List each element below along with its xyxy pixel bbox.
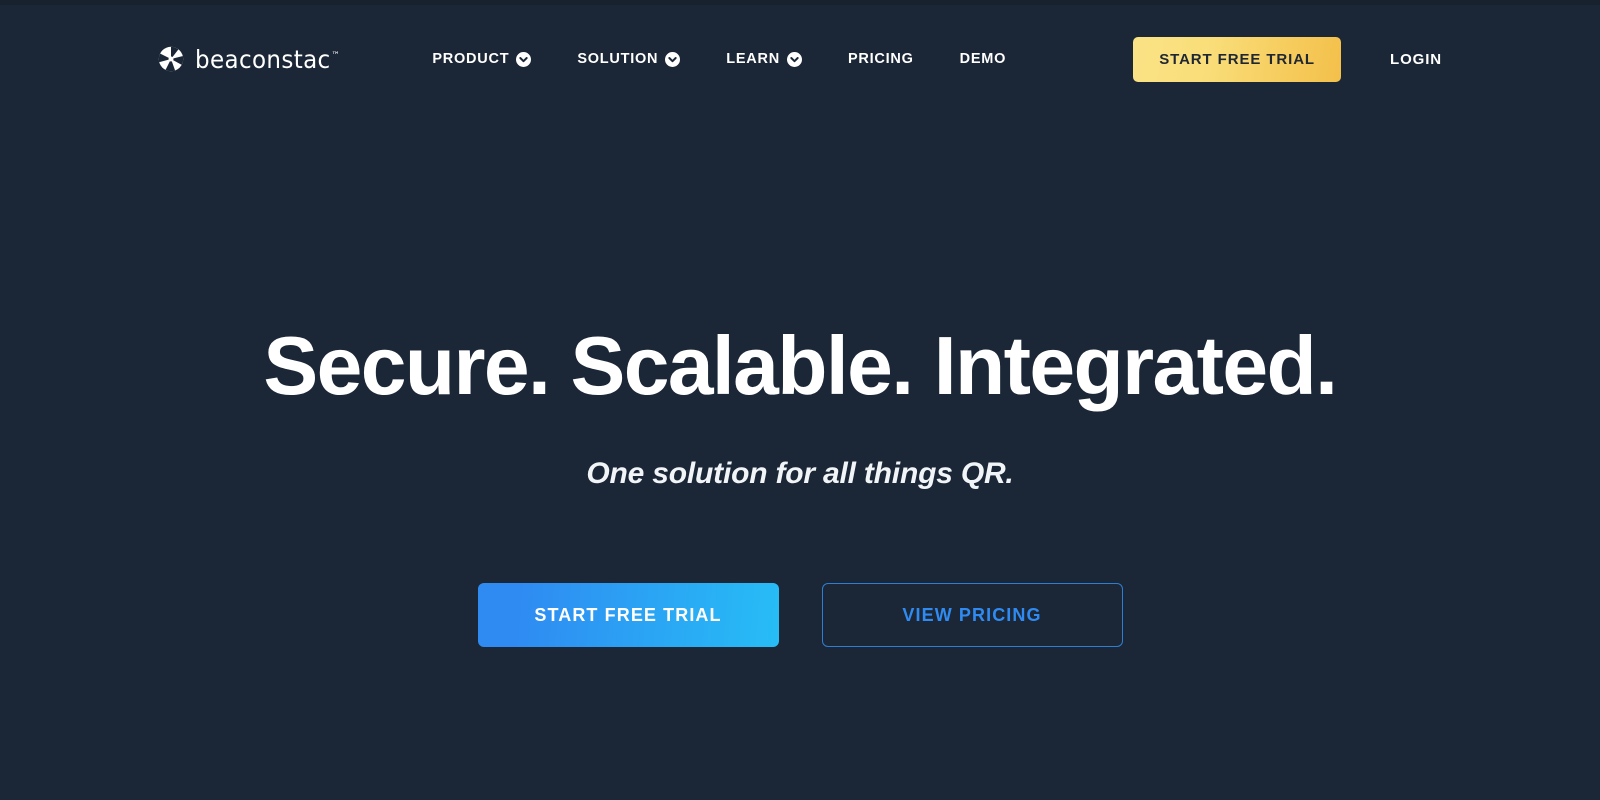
hero-cta-group: START FREE TRIAL VIEW PRICING xyxy=(477,583,1123,648)
site-header: beaconstac™ PRODUCT SOLUTION LEARN PRICI… xyxy=(0,0,1600,118)
beaconstac-aperture-icon xyxy=(158,46,184,72)
hero-subheadline: One solution for all things QR. xyxy=(586,457,1014,491)
nav-item-learn[interactable]: LEARN xyxy=(703,41,825,77)
hero-start-free-trial-button[interactable]: START FREE TRIAL xyxy=(477,583,779,648)
hero-headline: Secure. Scalable. Integrated. xyxy=(263,319,1339,412)
nav-item-pricing[interactable]: PRICING xyxy=(825,41,937,77)
nav-item-label: LEARN xyxy=(726,51,780,67)
header-actions: START FREE TRIAL LOGIN xyxy=(1133,36,1442,82)
logo-wordmark: beaconstac™ xyxy=(195,44,340,74)
chevron-down-circle-icon xyxy=(516,51,532,67)
header-start-free-trial-button[interactable]: START FREE TRIAL xyxy=(1133,36,1341,82)
nav-item-label: PRICING xyxy=(847,51,914,67)
login-link[interactable]: LOGIN xyxy=(1390,51,1442,68)
nav-item-product[interactable]: PRODUCT xyxy=(409,41,554,77)
nav-item-label: SOLUTION xyxy=(577,51,659,67)
logo-home-link[interactable]: beaconstac™ xyxy=(158,46,352,72)
chevron-down-circle-icon xyxy=(665,51,681,67)
hero-section: Secure. Scalable. Integrated. One soluti… xyxy=(0,0,1600,800)
logo-trademark: ™ xyxy=(331,51,340,62)
primary-navigation: PRODUCT SOLUTION LEARN PRICING DEMO xyxy=(409,41,1029,77)
nav-item-label: DEMO xyxy=(959,51,1007,67)
hero-view-pricing-button[interactable]: VIEW PRICING xyxy=(821,583,1123,648)
nav-item-solution[interactable]: SOLUTION xyxy=(554,41,703,77)
chevron-down-circle-icon xyxy=(786,51,802,67)
nav-item-demo[interactable]: DEMO xyxy=(937,41,1030,77)
nav-item-label: PRODUCT xyxy=(432,51,510,67)
